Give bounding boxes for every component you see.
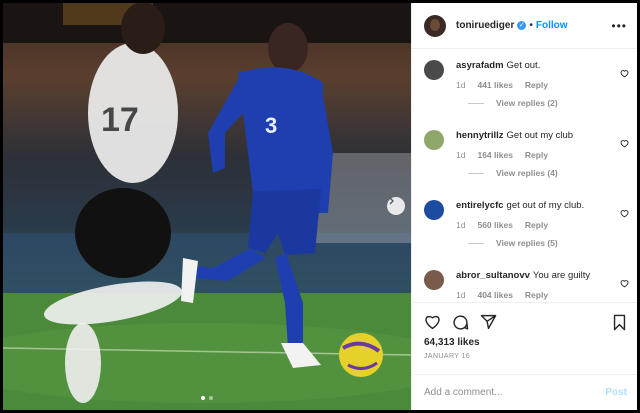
comment-text: Get out my club — [506, 130, 574, 141]
verified-badge-icon: ✓ — [517, 21, 527, 30]
share-paper-plane-icon[interactable] — [480, 314, 497, 330]
comment-icon[interactable] — [452, 314, 469, 331]
view-replies-button[interactable]: View replies (2) — [468, 98, 625, 108]
comment-text: Get out. — [506, 60, 541, 71]
bookmark-icon[interactable] — [612, 314, 627, 331]
commenter-avatar[interactable] — [424, 130, 444, 150]
view-replies-label: View replies (2) — [496, 98, 558, 108]
like-heart-icon[interactable] — [424, 314, 441, 330]
view-replies-label: View replies (5) — [496, 238, 558, 248]
reply-button[interactable]: Reply — [525, 220, 548, 230]
reply-button[interactable]: Reply — [525, 80, 548, 90]
next-image-button[interactable] — [387, 197, 405, 215]
reply-button[interactable]: Reply — [525, 150, 548, 160]
post-header: toniruediger ✓ • Follow ••• — [412, 3, 637, 49]
comment-like-heart-icon[interactable] — [620, 279, 629, 288]
replies-line-divider — [468, 172, 484, 174]
header-separator: • — [529, 20, 533, 31]
add-comment-input[interactable] — [424, 387, 606, 398]
comments-list[interactable]: asyrafadm Get out. 1d 441 likes Reply Vie… — [412, 49, 637, 302]
commenter-username[interactable]: asyrafadm — [456, 60, 504, 71]
comment-text: You are guilty — [532, 270, 591, 281]
comment-like-heart-icon[interactable] — [620, 209, 629, 218]
photo-illustration: 17 3 — [3, 3, 411, 410]
instagram-post: 17 3 toniruediger ✓ • Follow ••• asyrafa… — [3, 3, 637, 410]
more-options-icon[interactable]: ••• — [611, 19, 627, 33]
author-username[interactable]: toniruediger — [456, 20, 514, 31]
comment-item: abror_sultanovv You are guilty 1d 404 lik… — [412, 265, 637, 302]
comment-likes[interactable]: 560 likes — [477, 220, 512, 230]
comment-likes[interactable]: 404 likes — [477, 290, 512, 300]
carousel-dot — [201, 396, 205, 400]
comment-like-heart-icon[interactable] — [620, 69, 629, 78]
commenter-avatar[interactable] — [424, 200, 444, 220]
comment-text: get out of my club. — [506, 200, 585, 211]
comment-age[interactable]: 1d — [456, 80, 465, 90]
comment-like-heart-icon[interactable] — [620, 139, 629, 148]
reply-button[interactable]: Reply — [525, 290, 548, 300]
post-side-panel: toniruediger ✓ • Follow ••• asyrafadm Get… — [411, 3, 637, 410]
comment-age[interactable]: 1d — [456, 150, 465, 160]
commenter-avatar[interactable] — [424, 270, 444, 290]
chevron-right-icon — [389, 197, 394, 205]
post-photo[interactable]: 17 3 — [3, 3, 411, 410]
comment-item: hennytrillz Get out my club 1d 164 likes … — [412, 125, 637, 195]
replies-line-divider — [468, 102, 484, 104]
author-avatar[interactable] — [424, 14, 446, 37]
carousel-dots — [3, 396, 411, 400]
comment-age[interactable]: 1d — [456, 290, 465, 300]
replies-line-divider — [468, 242, 484, 244]
view-replies-label: View replies (4) — [496, 168, 558, 178]
commenter-username[interactable]: entirelycfc — [456, 200, 504, 211]
add-comment-bar: Post — [412, 374, 637, 410]
post-likes-count[interactable]: 64,313 likes — [424, 337, 627, 348]
commenter-username[interactable]: abror_sultanovv — [456, 270, 530, 281]
comment-likes[interactable]: 441 likes — [477, 80, 512, 90]
post-actions: 64,313 likes JANUARY 16 — [412, 302, 637, 374]
commenter-username[interactable]: hennytrillz — [456, 130, 504, 141]
screenshot-frame: 17 3 toniruediger ✓ • Follow ••• asyrafa… — [0, 0, 640, 413]
carousel-dot — [209, 396, 213, 400]
post-date: JANUARY 16 — [424, 353, 471, 360]
action-icons — [424, 311, 627, 333]
comment-item: entirelycfc get out of my club. 1d 560 li… — [412, 195, 637, 265]
view-replies-button[interactable]: View replies (4) — [468, 168, 625, 178]
view-replies-button[interactable]: View replies (5) — [468, 238, 625, 248]
comment-age[interactable]: 1d — [456, 220, 465, 230]
jersey-number: 17 — [101, 101, 139, 139]
shirt-logo: 3 — [265, 113, 277, 138]
comment-likes[interactable]: 164 likes — [477, 150, 512, 160]
commenter-avatar[interactable] — [424, 60, 444, 80]
comment-item: asyrafadm Get out. 1d 441 likes Reply Vie… — [412, 55, 637, 125]
follow-button[interactable]: Follow — [536, 20, 568, 31]
post-comment-button[interactable]: Post — [605, 387, 627, 398]
